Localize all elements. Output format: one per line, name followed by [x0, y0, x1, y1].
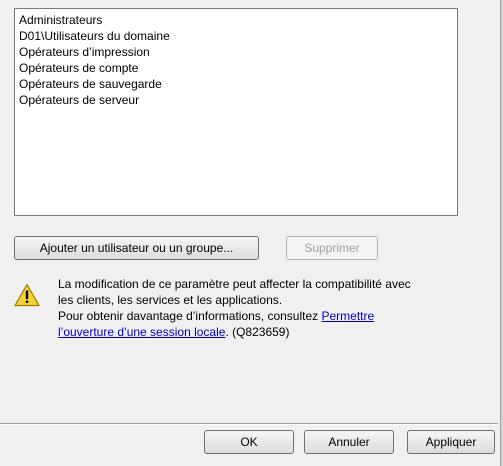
- apply-button[interactable]: Appliquer: [407, 430, 495, 454]
- kb-reference: . (Q823659): [225, 325, 290, 339]
- list-item[interactable]: D01\Utilisateurs du domaine: [18, 28, 454, 44]
- warning-info-cont: l’ouverture d’une session locale. (Q8236…: [58, 324, 458, 340]
- warning-line: La modification de ce paramètre peut aff…: [58, 277, 411, 291]
- warning-line: les clients, les services et les applica…: [58, 293, 283, 307]
- list-item[interactable]: Administrateurs: [18, 12, 454, 28]
- properties-dialog: Administrateurs D01\Utilisateurs du doma…: [0, 0, 503, 466]
- list-item[interactable]: Opérateurs de compte: [18, 60, 454, 76]
- list-item[interactable]: Opérateurs de serveur: [18, 92, 454, 108]
- cancel-button[interactable]: Annuler: [304, 430, 394, 454]
- help-link-part2[interactable]: l’ouverture d’une session locale: [58, 325, 225, 339]
- warning-message: La modification de ce paramètre peut aff…: [58, 276, 458, 340]
- ok-button[interactable]: OK: [204, 430, 294, 454]
- add-user-or-group-button[interactable]: Ajouter un utilisateur ou un groupe...: [14, 236, 259, 260]
- footer-separator: [0, 423, 498, 425]
- warning-info-prefix: Pour obtenir davantage d’informations, c…: [58, 309, 322, 323]
- members-listbox[interactable]: Administrateurs D01\Utilisateurs du doma…: [14, 8, 458, 216]
- remove-button[interactable]: Supprimer: [286, 236, 378, 260]
- warning-icon: [14, 283, 40, 307]
- warning-info: Pour obtenir davantage d’informations, c…: [58, 308, 458, 324]
- list-item[interactable]: Opérateurs d’impression: [18, 44, 454, 60]
- help-link-part1[interactable]: Permettre: [322, 309, 375, 323]
- list-item[interactable]: Opérateurs de sauvegarde: [18, 76, 454, 92]
